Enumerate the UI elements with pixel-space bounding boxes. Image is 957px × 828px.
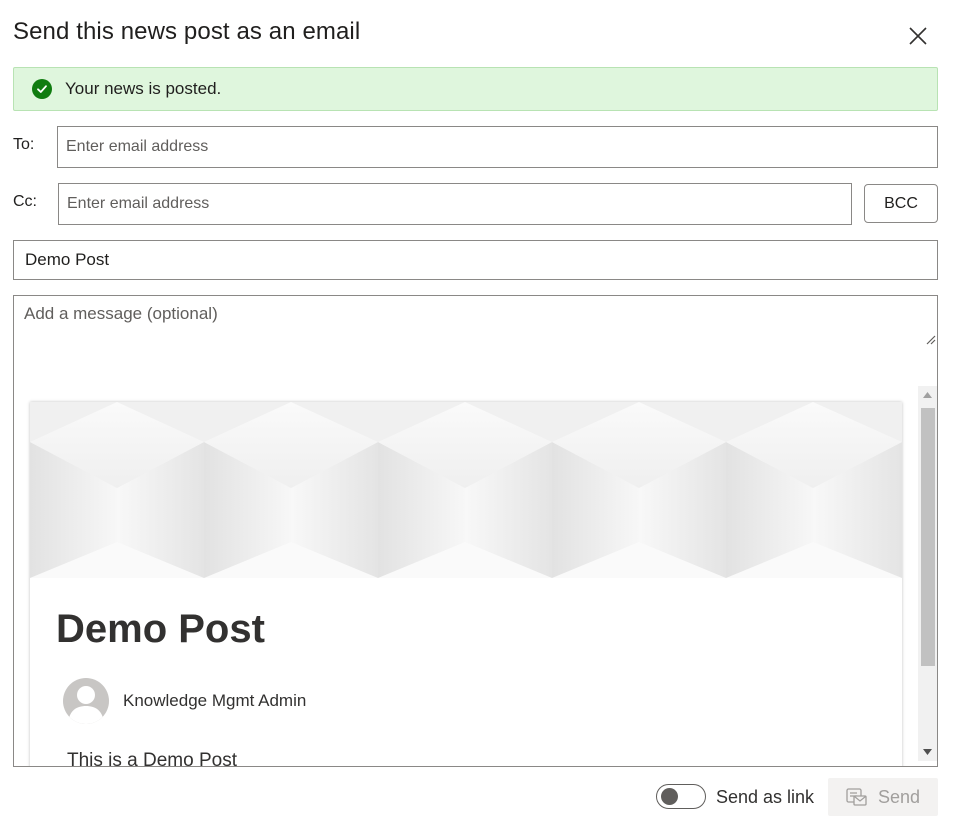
scroll-down-arrow-icon[interactable] bbox=[918, 743, 937, 761]
post-title: Demo Post bbox=[56, 607, 265, 651]
author-name: Knowledge Mgmt Admin bbox=[123, 691, 307, 710]
close-button[interactable] bbox=[903, 21, 933, 51]
to-label: To: bbox=[13, 136, 35, 153]
hero-pattern bbox=[30, 402, 902, 578]
subject-field[interactable]: Demo Post bbox=[13, 240, 938, 280]
post-body-excerpt: This is a Demo Post bbox=[67, 750, 237, 767]
send-button[interactable]: Send bbox=[828, 778, 938, 816]
bcc-button[interactable]: BCC bbox=[864, 184, 938, 223]
scroll-thumb[interactable] bbox=[921, 408, 935, 666]
person-icon bbox=[63, 678, 109, 724]
scroll-up-arrow-icon[interactable] bbox=[918, 386, 937, 404]
resize-grip-icon[interactable] bbox=[924, 333, 936, 345]
cc-input[interactable] bbox=[58, 183, 852, 225]
toggle-knob bbox=[661, 788, 678, 805]
preview-scrollbar[interactable] bbox=[918, 386, 937, 761]
send-as-link-toggle[interactable] bbox=[656, 784, 706, 809]
send-label: Send bbox=[877, 786, 921, 807]
message-input[interactable] bbox=[14, 296, 937, 348]
subject-value: Demo Post bbox=[25, 250, 110, 269]
news-post-preview-card: Demo Post Knowledge Mgmt Admin This is a… bbox=[30, 402, 902, 767]
dialog-title: Send this news post as an email bbox=[13, 18, 361, 45]
send-as-link-label: Send as link bbox=[716, 787, 815, 807]
close-icon bbox=[909, 27, 927, 45]
send-mail-icon bbox=[846, 788, 867, 806]
message-and-preview: Demo Post Knowledge Mgmt Admin This is a… bbox=[13, 295, 938, 767]
banner-message: Your news is posted. bbox=[65, 79, 222, 98]
cc-label: Cc: bbox=[13, 193, 37, 210]
success-banner: Your news is posted. bbox=[13, 67, 938, 111]
checkmark-circle-icon bbox=[32, 79, 52, 99]
to-input[interactable] bbox=[57, 126, 938, 168]
hero-image bbox=[30, 402, 902, 578]
